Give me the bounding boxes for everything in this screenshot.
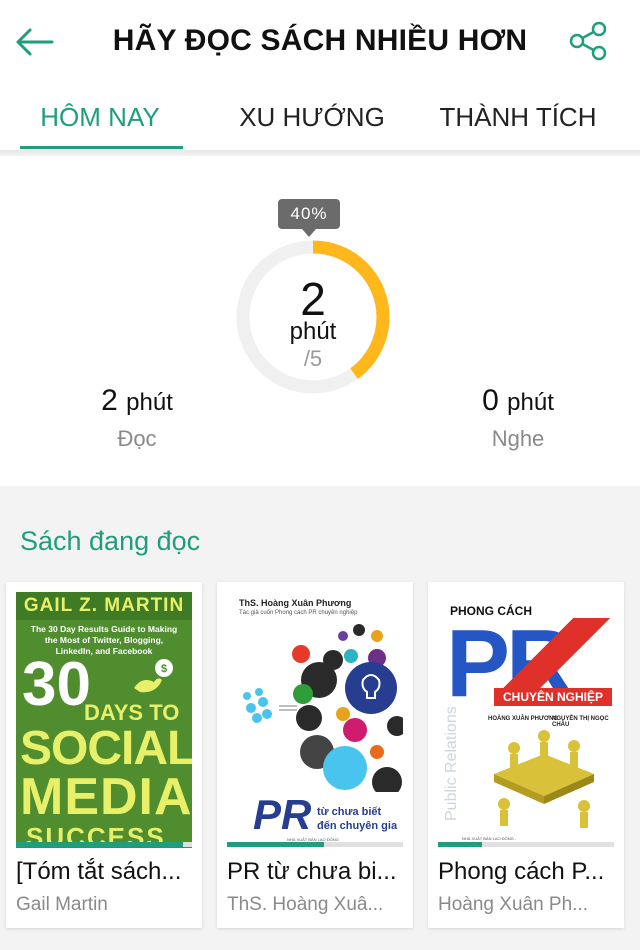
tab-today[interactable]: HÔM NAY (0, 84, 200, 150)
percent-badge: 40% (278, 199, 340, 237)
cover-side-text: Public Relations (443, 706, 460, 821)
cover-line3: SOCIAL (20, 722, 192, 775)
tab-achievements[interactable]: THÀNH TÍCH (418, 84, 618, 150)
book-cover: GAIL Z. MARTIN The 30 Day Results Guide … (16, 592, 192, 848)
book-author: Hoàng Xuân Ph... (438, 894, 588, 915)
tab-bar: HÔM NAY XU HƯỚNG THÀNH TÍCH (0, 84, 640, 150)
listen-stat-value: 0 phút (440, 384, 596, 418)
cover-line2: đến chuyên gia (317, 820, 398, 832)
read-stat-value: 2 phút (62, 384, 212, 418)
cover-pr: PR (253, 791, 312, 838)
cover-author: ThS. Hoàng Xuân Phương (239, 598, 352, 608)
bird-icon: $ (134, 659, 173, 693)
reading-section: Sách đang đọc GAIL Z. MARTIN The 30 Day … (0, 486, 640, 950)
book-author: ThS. Hoàng Xuâ... (227, 894, 384, 915)
book-progress-fill (16, 842, 184, 847)
read-label: Đọc (117, 426, 157, 451)
cover-author1: HOÀNG XUÂN PHƯƠNG (488, 716, 559, 722)
progress-goal: /5 (303, 346, 323, 371)
read-minutes: 2 (101, 384, 118, 417)
progress-unit: phút (289, 318, 337, 345)
book-progress-fill (227, 842, 324, 847)
book-card[interactable]: GAIL Z. MARTIN The 30 Day Results Guide … (6, 582, 202, 928)
active-tab-indicator (20, 146, 183, 149)
bubbles-illustration (243, 624, 403, 792)
tab-trending[interactable]: XU HƯỚNG (212, 84, 412, 150)
listen-minutes: 0 (482, 384, 499, 417)
book-title: Phong cách P... (438, 858, 605, 885)
book-progress-bar (16, 842, 192, 847)
book-progress-bar (438, 842, 614, 847)
share-icon (569, 21, 607, 61)
book-author: Gail Martin (16, 894, 108, 915)
book-progress-fill (438, 842, 482, 847)
listen-unit: phút (507, 389, 554, 416)
book-card[interactable]: PHONG CÁCH PR CHUYÊN NGHIỆP HOÀNG XUÂN P… (428, 582, 624, 928)
book-title: [Tóm tắt sách... (16, 858, 182, 885)
cover-tagline: Tác giả cuốn Phong cách PR chuyên nghiệp (239, 610, 358, 616)
cover-red-stripe (438, 618, 614, 688)
read-unit: phút (126, 389, 173, 416)
cover-line4: MEDIA (20, 768, 192, 826)
book-title: PR từ chưa bi... (227, 858, 397, 885)
book-card[interactable]: ThS. Hoàng Xuân Phương Tác giả cuốn Phon… (217, 582, 413, 928)
section-title: Sách đang đọc (20, 526, 201, 556)
app-header: HÃY ĐỌC SÁCH NHIỀU HƠN (0, 0, 640, 84)
cover-line1: từ chưa biết (317, 806, 382, 818)
daily-progress-panel: 40% 2 phút /5 2 phút Đọc 0 phút Nghe (0, 156, 640, 486)
book-progress-bar (227, 842, 403, 847)
listen-label: Nghe (491, 426, 545, 451)
share-button[interactable] (566, 20, 610, 62)
arrow-left-icon (16, 28, 54, 56)
puzzle-illustration (494, 730, 594, 828)
read-stat: 2 phút Đọc (62, 384, 212, 452)
cover-banner: CHUYÊN NGHIỆP (494, 688, 612, 706)
book-cover: PHONG CÁCH PR CHUYÊN NGHIỆP HOÀNG XUÂN P… (438, 592, 614, 848)
page-title: HÃY ĐỌC SÁCH NHIỀU HƠN (112, 24, 528, 57)
book-cover: ThS. Hoàng Xuân Phương Tác giả cuốn Phon… (227, 592, 403, 848)
cover-author: GAIL Z. MARTIN (16, 592, 192, 620)
cover-line1: 30 (22, 650, 91, 719)
svg-text:$: $ (161, 663, 167, 675)
listen-stat: 0 phút Nghe (440, 384, 596, 452)
back-button[interactable] (12, 22, 56, 62)
